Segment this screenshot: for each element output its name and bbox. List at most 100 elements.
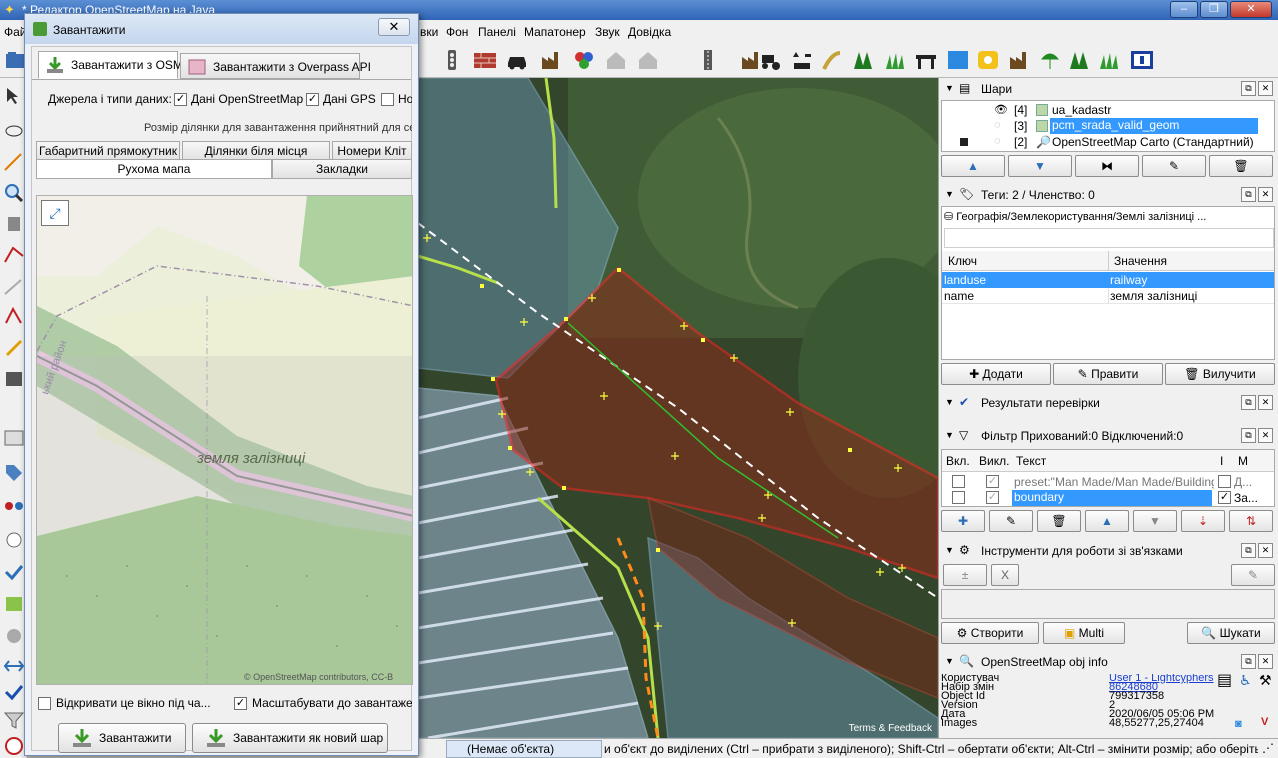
- info-icon[interactable]: [1130, 49, 1154, 71]
- download-new-layer-button[interactable]: Завантажити як новий шар: [192, 723, 388, 753]
- menu-mapathoner[interactable]: Мапатонер: [524, 25, 586, 39]
- history-panel-icon[interactable]: [3, 530, 25, 550]
- source-notes-checkbox[interactable]: [381, 93, 394, 106]
- download-button[interactable]: Завантажити: [58, 723, 186, 753]
- delete-tag-button[interactable]: 🗑 Вилучити: [1165, 363, 1275, 385]
- hidden-eye-icon[interactable]: ◌: [994, 135, 1001, 147]
- collapse-toggle-icon[interactable]: ▼: [945, 545, 954, 555]
- hidden-eye-icon[interactable]: ◌: [994, 119, 1001, 131]
- menu-audio[interactable]: Звук: [595, 25, 620, 39]
- menu-help[interactable]: Довідка: [628, 25, 671, 39]
- accessibility-icon[interactable]: ♿: [1239, 674, 1252, 687]
- panel-detach-button[interactable]: ⧉: [1241, 187, 1256, 202]
- align-panel-icon[interactable]: [3, 656, 25, 676]
- filter-hide-checkbox[interactable]: ✓: [986, 475, 999, 488]
- tab-download-osm[interactable]: Завантажити з OSM: [38, 51, 183, 79]
- panel-close-button[interactable]: ✕: [1258, 543, 1273, 558]
- panel-close-button[interactable]: ✕: [1258, 654, 1273, 669]
- factory-icon[interactable]: [540, 49, 564, 71]
- menu-windows[interactable]: Панелі: [478, 25, 516, 39]
- source-notes-label[interactable]: Нот: [398, 92, 412, 106]
- scrub-icon[interactable]: [1038, 49, 1062, 71]
- map-attribution[interactable]: Terms & Feedback: [849, 723, 932, 734]
- source-gps-checkbox[interactable]: ✓: [306, 93, 319, 106]
- farmland-icon[interactable]: [820, 49, 844, 71]
- panel-close-button[interactable]: ✕: [1258, 187, 1273, 202]
- split-tool-icon[interactable]: [3, 306, 25, 326]
- filter-inverse-checkbox[interactable]: ✓: [1218, 491, 1231, 504]
- minimap-attribution[interactable]: © OpenStreetMap contributors, CC-B: [244, 672, 393, 682]
- source-gps-label[interactable]: Дані GPS: [323, 92, 376, 106]
- zoom-tool-icon[interactable]: [3, 182, 25, 202]
- tab-slippy-map[interactable]: Рухома мапа: [36, 159, 272, 179]
- open-on-startup-checkbox[interactable]: [38, 697, 51, 710]
- objinfo-panel-header[interactable]: ▼ 🔍 OpenStreetMap obj info ⧉ ✕: [941, 653, 1275, 671]
- parallel-tool-icon[interactable]: [3, 244, 25, 264]
- cemetery-icon[interactable]: [790, 49, 814, 71]
- check-panel-icon[interactable]: [3, 682, 25, 702]
- delete-layer-button[interactable]: 🗑: [1209, 155, 1273, 177]
- dialog-close-button[interactable]: ✕: [378, 18, 410, 36]
- tag-row[interactable]: landuse railway: [942, 272, 1274, 288]
- tab-download-overpass[interactable]: Завантажити з Overpass API: [180, 53, 371, 79]
- close-window-button[interactable]: ✕: [1230, 1, 1272, 18]
- edit-tag-button[interactable]: ✎ Правити: [1053, 363, 1163, 385]
- filter-hide-checkbox[interactable]: ✓: [986, 491, 999, 504]
- maximize-button[interactable]: ❐: [1200, 1, 1228, 18]
- clear-relation-button[interactable]: X: [991, 564, 1019, 586]
- draw-tool-icon[interactable]: [3, 152, 25, 172]
- preset-link[interactable]: ⛁ Географія/Землекористування/Землі залі…: [944, 210, 1206, 223]
- filter-enabled-checkbox[interactable]: [952, 475, 965, 488]
- brick-wall-icon[interactable]: [473, 49, 497, 71]
- mapillary-icon[interactable]: ◙: [1235, 719, 1242, 730]
- source-osm-label[interactable]: Дані OpenStreetMap: [191, 92, 303, 106]
- select-tool-icon[interactable]: [3, 86, 25, 106]
- tag-value[interactable]: railway: [1110, 273, 1147, 287]
- filter-panel-icon[interactable]: [3, 710, 25, 730]
- filter-row[interactable]: ✓ boundary ✓ За...: [942, 490, 1274, 506]
- tab-bounding-box[interactable]: Габаритний прямокутник: [36, 141, 180, 161]
- filter-move-down-button[interactable]: ▼: [1133, 510, 1177, 532]
- filter-text[interactable]: preset:"Man Made/Man Made/Building": [1014, 475, 1214, 489]
- relations-panel-icon[interactable]: [3, 496, 25, 516]
- filter-sort-up-button[interactable]: ⇅: [1229, 510, 1273, 532]
- bridge-icon[interactable]: [914, 49, 938, 71]
- fullscreen-expand-icon[interactable]: ⤢: [41, 200, 69, 226]
- layer-row[interactable]: ◌ [3] pcm_srada_valid_geom: [942, 118, 1274, 134]
- panel-close-button[interactable]: ✕: [1258, 81, 1273, 96]
- collapse-toggle-icon[interactable]: ▼: [945, 430, 954, 440]
- factory-3-icon[interactable]: [1008, 49, 1032, 71]
- tags-panel-header[interactable]: ▼ 🏷 Теги: 2 / Членство: 0 ⧉ ✕: [941, 186, 1275, 204]
- collapse-toggle-icon[interactable]: ▼: [945, 656, 954, 666]
- slippy-map-canvas[interactable]: [37, 196, 413, 685]
- forest-icon[interactable]: [852, 49, 876, 71]
- collapse-toggle-icon[interactable]: ▼: [945, 83, 954, 93]
- source-osm-checkbox[interactable]: ✓: [174, 93, 187, 106]
- validator-panel-icon[interactable]: [3, 562, 25, 582]
- download-dialog-titlebar[interactable]: Завантажити ✕: [25, 14, 418, 44]
- visible-eye-icon[interactable]: 👁: [994, 103, 1008, 116]
- tag-key[interactable]: name: [944, 289, 974, 303]
- tag-value[interactable]: земля залізниці: [1110, 289, 1197, 303]
- panel-close-button[interactable]: ✕: [1258, 395, 1273, 410]
- menu-imagery[interactable]: Фон: [446, 25, 468, 39]
- preset-search-field[interactable]: [944, 228, 1274, 248]
- resize-grip-icon[interactable]: ⋰: [1262, 741, 1274, 755]
- add-filter-button[interactable]: ✚: [941, 510, 985, 532]
- tools-icon[interactable]: ⚒: [1259, 674, 1272, 687]
- filter-panel-header[interactable]: ▼ ▽ Фільтр Прихований:0 Відключений:0 ⧉ ✕: [941, 427, 1275, 445]
- panel-detach-button[interactable]: ⧉: [1241, 81, 1256, 96]
- layer-row[interactable]: 👁 [4] ua_kadastr: [942, 102, 1274, 118]
- move-up-button[interactable]: ▲: [941, 155, 1005, 177]
- tab-tile-numbers[interactable]: Номери Кліт: [332, 141, 412, 161]
- zoom-to-download-checkbox[interactable]: ✓: [234, 697, 247, 710]
- lasso-tool-icon[interactable]: [3, 122, 25, 142]
- no-entry-panel-icon[interactable]: [3, 736, 25, 756]
- car-icon[interactable]: [505, 49, 529, 71]
- relations-panel-header[interactable]: ▼ ⚙ Інструменти для роботи зі зв'язками …: [941, 542, 1275, 560]
- add-tag-button[interactable]: ✚ Додати: [941, 363, 1051, 385]
- document-icon[interactable]: ▤: [1217, 674, 1232, 689]
- selection-status[interactable]: (Немає об'єкта): [446, 740, 602, 758]
- panel-close-button[interactable]: ✕: [1258, 428, 1273, 443]
- panel-detach-button[interactable]: ⧉: [1241, 395, 1256, 410]
